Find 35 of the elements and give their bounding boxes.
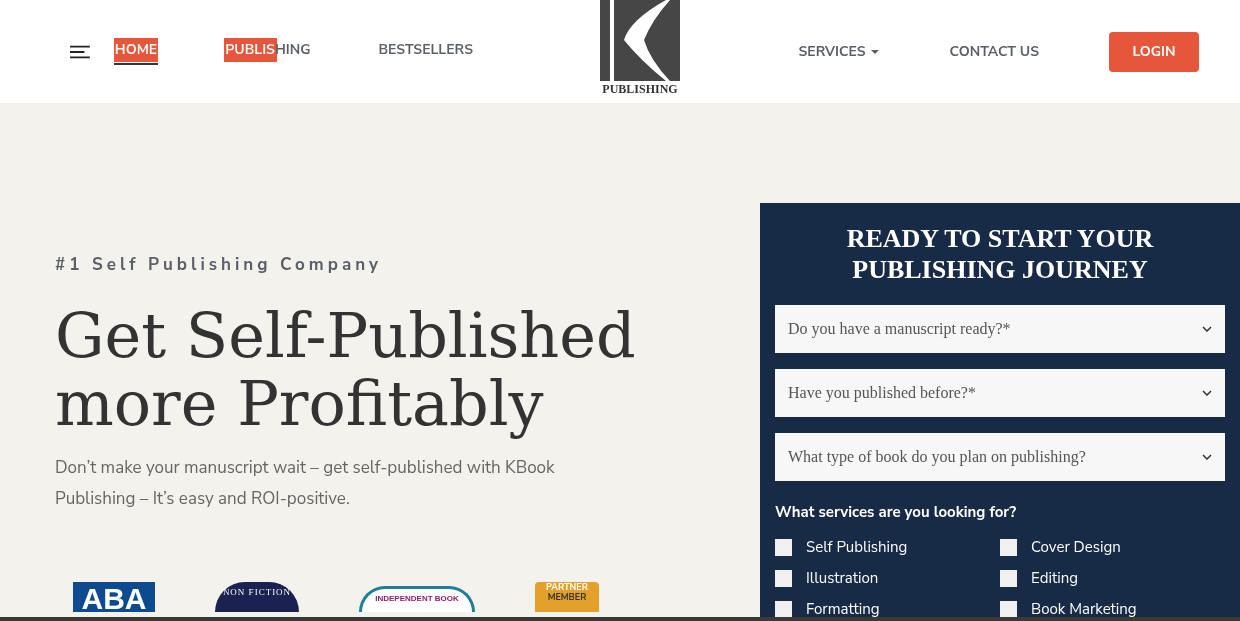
services-label: What services are you looking for? <box>775 501 1018 524</box>
nav-link[interactable]: CONTACT US <box>949 41 1039 62</box>
select-field[interactable]: Have you published before?* <box>775 369 1225 417</box>
hero-heading: Get Self-Published more Profitably <box>55 302 637 438</box>
menu-icon[interactable] <box>70 44 90 59</box>
login-button[interactable]: LOGIN <box>1109 31 1199 72</box>
checkbox-label: Self Publishing <box>806 537 908 557</box>
form-title: READY TO START YOUR PUBLISHING JOURNEY <box>845 223 1155 285</box>
checkbox-label: Cover Design <box>1031 537 1121 557</box>
checkbox-label: Formatting <box>806 599 880 619</box>
caret-icon <box>869 48 880 55</box>
logo-text: PUBLISHING <box>602 81 678 97</box>
aba-text: ABA <box>81 586 147 612</box>
checkbox[interactable] <box>775 538 792 556</box>
checkbox-label: Book Marketing <box>1031 599 1137 619</box>
select-field[interactable]: What type of book do you plan on publishing? <box>775 433 1225 481</box>
select-field[interactable]: Do you have a manuscript ready?* <box>775 305 1225 353</box>
chevron-down-icon <box>1202 390 1212 396</box>
oval-text: INDEPENDENT BOOK <box>375 593 459 605</box>
checkbox-label: Illustration <box>806 568 879 588</box>
eyebrow-text: #1 Self Publishing Company <box>55 253 384 277</box>
checkbox[interactable] <box>1000 600 1017 618</box>
checkbox-label: Editing <box>1031 568 1078 588</box>
checkbox[interactable] <box>1000 538 1017 556</box>
partner-text: PARTNER <box>546 583 588 592</box>
chevron-down-icon <box>1202 326 1212 332</box>
seal-text: NON FICTION <box>222 586 292 599</box>
chevron-down-icon <box>1202 454 1212 460</box>
k-publishing-logo[interactable]: PUBLISHING <box>600 0 680 97</box>
hero-description: Don’t make your manuscript wait – get self-published with KBook Publishing – It’s easy and ROI-positive. <box>55 455 556 512</box>
checkbox[interactable] <box>775 600 792 618</box>
member-text: MEMBER <box>547 593 587 602</box>
checkbox[interactable] <box>775 569 792 587</box>
checkbox[interactable] <box>1000 569 1017 587</box>
nav-dropdown[interactable]: SERVICES <box>798 41 880 62</box>
